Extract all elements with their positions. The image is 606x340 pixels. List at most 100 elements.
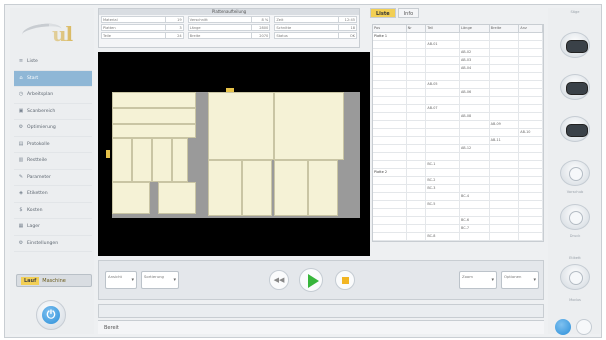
summary-row: Verschnitt 8 %	[187, 16, 271, 23]
sidebar-item-liste[interactable]: ≡ Liste	[14, 54, 92, 71]
panel	[274, 160, 308, 216]
feed-toggle-button[interactable]	[560, 160, 590, 186]
router-tool-button[interactable]	[560, 116, 590, 142]
play-button[interactable]	[299, 268, 323, 292]
table-cell	[426, 169, 460, 176]
table-cell	[490, 129, 520, 136]
table-row[interactable]: AB-08	[373, 113, 543, 121]
table-row[interactable]	[373, 97, 543, 105]
column-header[interactable]: Teil	[426, 25, 460, 32]
sidebar-item-protokolle[interactable]: ▤ Protokolle	[14, 137, 92, 153]
table-row[interactable]: Platte 2	[373, 169, 543, 177]
table-cell: AB-02	[460, 49, 490, 56]
table-row[interactable]	[373, 209, 543, 217]
sidebar-item-etiketten[interactable]: ◈ Etiketten	[14, 186, 92, 203]
sidebar-item-einstellungen[interactable]: ⚙ Einstellungen	[14, 236, 92, 252]
table-cell	[373, 73, 407, 80]
column-header[interactable]: Pos	[373, 25, 407, 32]
options-dropdown[interactable]: Optionen ▾	[501, 271, 539, 289]
summary-value: 12:45	[339, 16, 358, 23]
table-row[interactable]: AB-07	[373, 105, 543, 113]
panel	[112, 108, 196, 124]
table-cell	[519, 89, 543, 96]
table-cell	[490, 201, 520, 208]
table-row[interactable]: AB-11	[373, 137, 543, 145]
view-dropdown[interactable]: Ansicht ▾	[105, 271, 137, 289]
table-row[interactable]: AB-10	[373, 129, 543, 137]
table-row[interactable]	[373, 73, 543, 81]
table-row[interactable]: Platte 1	[373, 33, 543, 41]
table-row[interactable]: BC-2	[373, 177, 543, 185]
panel	[112, 138, 132, 182]
table-cell: BC-7	[460, 225, 490, 232]
sidebar-item-label: Etiketten	[27, 191, 48, 197]
table-row[interactable]: AB-05	[373, 81, 543, 89]
table-cell	[426, 97, 460, 104]
print-toggle-button[interactable]	[560, 204, 590, 230]
saw-tool-button[interactable]	[560, 32, 590, 58]
table-cell	[373, 145, 407, 152]
sidebar-item-arbeitsplan[interactable]: ◷ Arbeitsplan	[14, 87, 92, 104]
table-cell	[407, 193, 427, 200]
table-row[interactable]: BC-4	[373, 193, 543, 201]
sidebar-item-optimierung[interactable]: ⚙ Optimierung	[14, 120, 92, 137]
summary-panel: Plattenaufteilung Material 19 Platten 3 Teil…	[98, 8, 360, 48]
table-row[interactable]: AB-03	[373, 57, 543, 65]
table-row[interactable]: BC-3	[373, 185, 543, 193]
zoom-dropdown[interactable]: Zoom ▾	[459, 271, 497, 289]
rewind-button[interactable]: ◀◀	[269, 270, 289, 290]
sort-dropdown[interactable]: Sortierung ▾	[141, 271, 179, 289]
power-button[interactable]: ⏻	[36, 300, 66, 330]
sidebar-item-start[interactable]: ⌂ Start	[14, 70, 92, 87]
table-cell	[373, 97, 407, 104]
table-row[interactable]: AB-02	[373, 49, 543, 57]
table-cell: AB-07	[426, 105, 460, 112]
table-cell	[460, 97, 490, 104]
column-header[interactable]: Länge	[460, 25, 490, 32]
table-row[interactable]: AB-09	[373, 121, 543, 129]
table-row[interactable]: BC-1	[373, 161, 543, 169]
sidebar-item-lager[interactable]: ▦ Lager	[14, 219, 92, 236]
mode-auto-button[interactable]	[555, 319, 571, 335]
table-row[interactable]	[373, 153, 543, 161]
table-row[interactable]: BC-5	[373, 201, 543, 209]
rewind-icon: ◀◀	[273, 276, 285, 284]
chevron-down-icon: ▾	[131, 277, 134, 283]
table-cell	[490, 233, 520, 240]
machine-selector[interactable]: Lauf Maschine	[16, 274, 92, 287]
summary-value: OK	[339, 32, 358, 39]
table-row[interactable]: BC-6	[373, 217, 543, 225]
table-row[interactable]: AB-06	[373, 89, 543, 97]
table-cell	[373, 137, 407, 144]
column-header[interactable]: Nr	[407, 25, 427, 32]
table-cell	[407, 65, 427, 72]
tab-info[interactable]: Info	[397, 8, 420, 18]
table-row[interactable]: AB-12	[373, 145, 543, 153]
mode-toggle[interactable]	[552, 316, 598, 338]
sidebar-item-scanbereich[interactable]: ▣ Scanbereich	[14, 104, 92, 120]
tab-list[interactable]: Liste	[370, 8, 396, 18]
table-cell	[373, 193, 407, 200]
table-row[interactable]: AB-01	[373, 41, 543, 49]
sidebar: ul ≡ Liste ⌂ Start ◷ Arbeitsplan ▣ Scanbereich ⚙…	[10, 8, 94, 334]
sidebar-item-parameter[interactable]: ✎ Parameter	[14, 170, 92, 186]
table-cell	[490, 41, 520, 48]
label-toggle-button[interactable]	[560, 264, 590, 290]
cutting-canvas[interactable]	[98, 52, 370, 256]
panel	[132, 138, 152, 182]
column-header[interactable]: Breite	[490, 25, 520, 32]
stop-button[interactable]	[335, 270, 355, 290]
table-row[interactable]: AB-04	[373, 65, 543, 73]
table-row[interactable]: BC-8	[373, 233, 543, 241]
drill-tool-button[interactable]	[560, 74, 590, 100]
chevron-down-icon: ▾	[173, 277, 176, 283]
parts-table-header: Pos Nr Teil Länge Breite Anz	[373, 25, 543, 33]
sidebar-item-restteile[interactable]: ▥ Restteile	[14, 153, 92, 170]
cost-icon: $	[19, 206, 23, 213]
table-row[interactable]: Platte 3	[373, 241, 543, 242]
table-cell	[519, 145, 543, 152]
sidebar-item-kosten[interactable]: $ Kosten	[14, 203, 92, 219]
table-row[interactable]: BC-7	[373, 225, 543, 233]
mode-manual-button[interactable]	[576, 319, 592, 335]
column-header[interactable]: Anz	[519, 25, 543, 32]
